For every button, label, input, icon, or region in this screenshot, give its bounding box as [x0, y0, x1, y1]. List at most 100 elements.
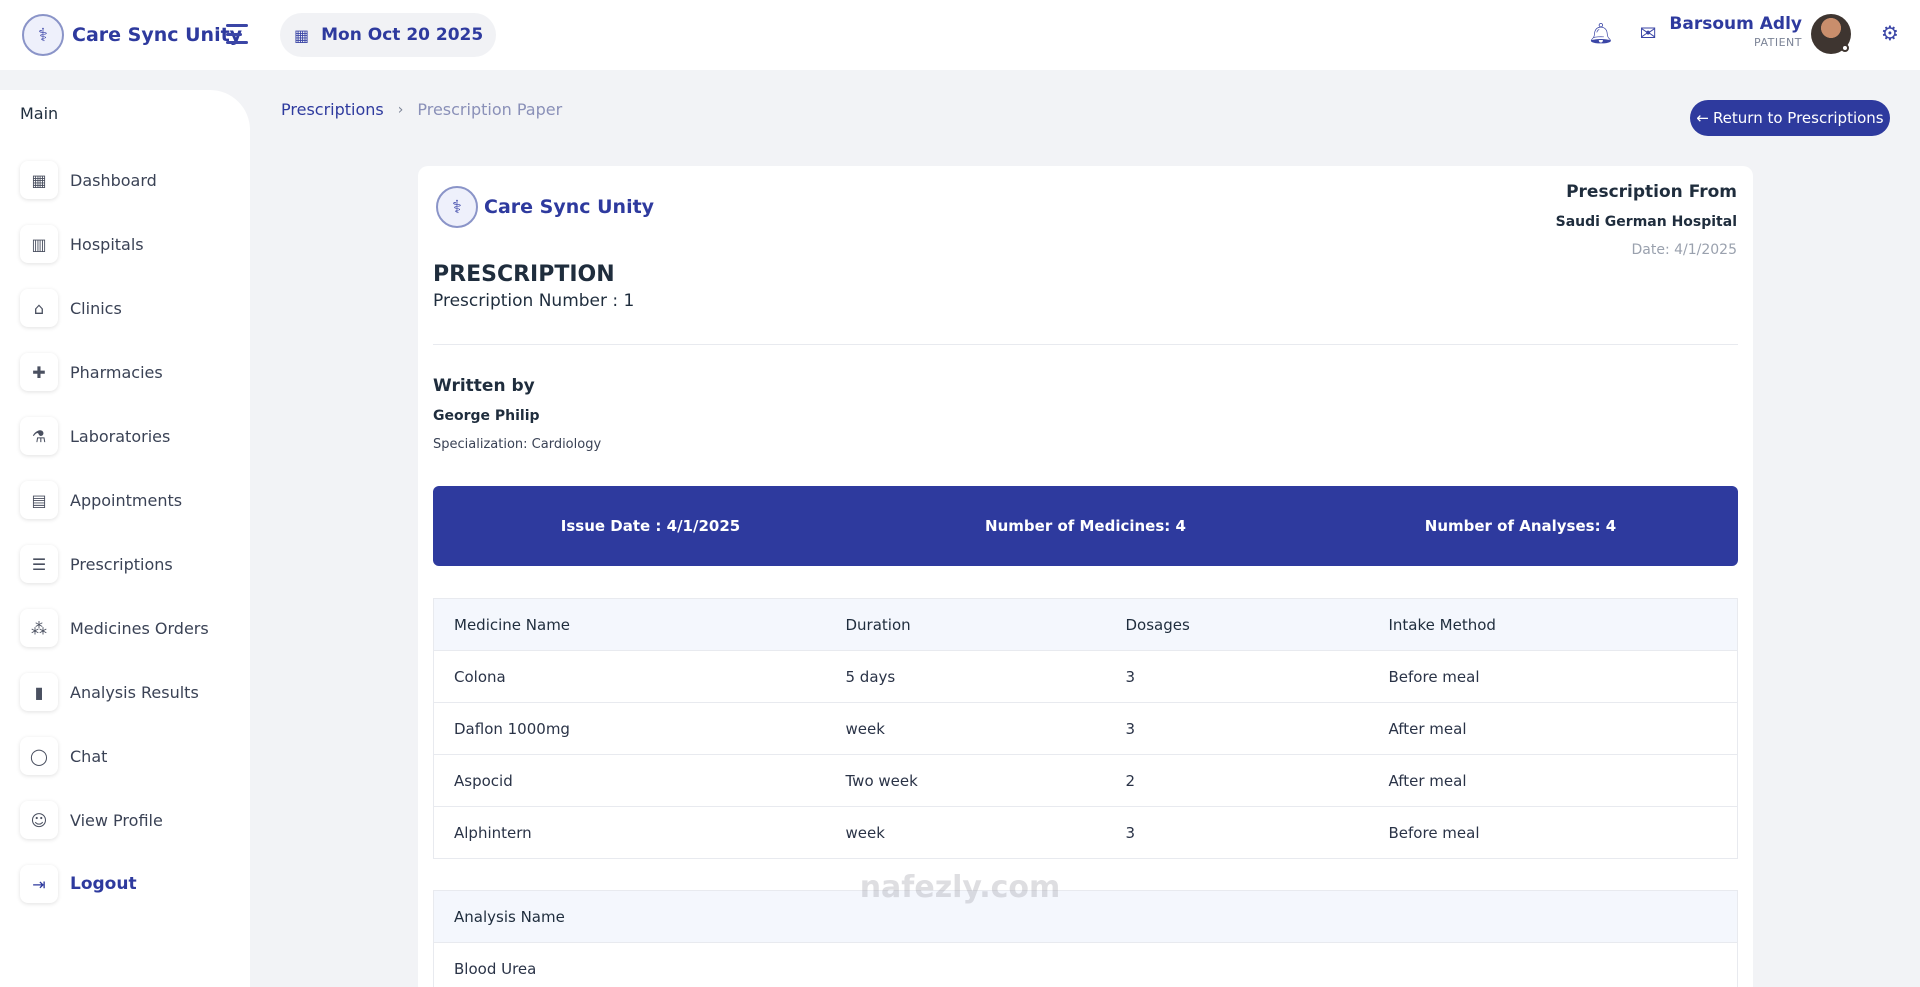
doctor-name: George Philip	[433, 408, 540, 424]
sidebar-item-label: Logout	[70, 874, 137, 894]
chevron-right-icon: ›	[397, 101, 404, 118]
sidebar-item-label: Appointments	[70, 490, 183, 510]
sidebar-item-dashboard[interactable]: ▦ Dashboard	[20, 148, 209, 212]
sidebar-item-clinics[interactable]: ⌂ Clinics	[20, 276, 209, 340]
medicine-dosages: 3	[1105, 702, 1369, 755]
medicine-duration: week	[825, 806, 1106, 859]
sidebar-item-prescriptions[interactable]: ☰ Prescriptions	[20, 532, 209, 596]
hospital-icon: ▥	[20, 225, 58, 263]
return-to-prescriptions-button[interactable]: ← Return to Prescriptions	[1690, 100, 1890, 136]
sidebar-item-label: Analysis Results	[70, 682, 199, 702]
sidebar-item-pharmacies[interactable]: ✚ Pharmacies	[20, 340, 209, 404]
sidebar: Main ▦ Dashboard ▥ Hospitals ⌂ Clinics ✚…	[0, 90, 250, 987]
medicine-duration: week	[825, 702, 1106, 755]
menu-toggle-icon[interactable]	[226, 24, 248, 44]
table-header-row: Medicine Name Duration Dosages Intake Me…	[433, 598, 1738, 651]
current-date: Mon Oct 20 2025	[321, 25, 484, 45]
breadcrumb-current: Prescription Paper	[417, 100, 563, 119]
prescription-brand-name: Care Sync Unity	[484, 196, 655, 218]
medicine-name: Aspocid	[433, 754, 826, 807]
logout-icon: ⇥	[20, 865, 58, 903]
medicine-duration: 5 days	[825, 650, 1106, 703]
table-row: Alphintern week 3 Before meal	[433, 806, 1738, 859]
table-row: Blood Urea	[433, 942, 1738, 987]
prescription-from: Prescription From Saudi German Hospital …	[1556, 182, 1737, 258]
prescription-summary-bar: Issue Date : 4/1/2025 Number of Medicine…	[433, 486, 1738, 566]
medicine-intake-method: After meal	[1368, 754, 1738, 807]
breadcrumb-prescriptions-link[interactable]: Prescriptions	[281, 100, 384, 119]
chat-icon: ◯	[20, 737, 58, 775]
medicine-intake-method: Before meal	[1368, 650, 1738, 703]
dashboard-icon: ▦	[20, 161, 58, 199]
breadcrumb: Prescriptions › Prescription Paper	[281, 100, 562, 119]
table-header-row: Analysis Name	[433, 890, 1738, 943]
medicine-dosages: 2	[1105, 754, 1369, 807]
prescription-brand: ⚕ Care Sync Unity	[436, 186, 654, 228]
sidebar-item-hospitals[interactable]: ▥ Hospitals	[20, 212, 209, 276]
written-by-title: Written by	[433, 376, 535, 396]
chart-icon: ▮	[20, 673, 58, 711]
medicine-order-icon: ⁂	[20, 609, 58, 647]
table-row: Colona 5 days 3 Before meal	[433, 650, 1738, 703]
medicines-count: Number of Medicines: 4	[985, 517, 1186, 535]
column-header: Intake Method	[1368, 598, 1738, 651]
user-name: Barsoum Adly	[1669, 14, 1802, 34]
medicines-table: Medicine Name Duration Dosages Intake Me…	[433, 598, 1738, 859]
prescription-paper: ⚕ Care Sync Unity Prescription From Saud…	[418, 166, 1753, 987]
avatar[interactable]	[1811, 14, 1851, 54]
analysis-name: Blood Urea	[433, 942, 1738, 987]
medicine-intake-method: Before meal	[1368, 806, 1738, 859]
sidebar-item-label: Chat	[70, 746, 108, 766]
medicine-duration: Two week	[825, 754, 1106, 807]
sidebar-item-logout[interactable]: ⇥ Logout	[20, 852, 209, 916]
watermark: nafezly.com	[859, 870, 1061, 905]
sidebar-item-label: Pharmacies	[70, 362, 163, 382]
analyses-count: Number of Analyses: 4	[1424, 517, 1617, 535]
medicine-name: Colona	[433, 650, 826, 703]
sidebar-item-view-profile[interactable]: ☺ View Profile	[20, 788, 209, 852]
divider	[433, 344, 1738, 345]
prescription-date: Date: 4/1/2025	[1631, 242, 1737, 258]
sidebar-item-laboratories[interactable]: ⚗ Laboratories	[20, 404, 209, 468]
prescription-from-title: Prescription From	[1566, 182, 1737, 202]
current-date-display: ▦ Mon Oct 20 2025	[280, 13, 496, 57]
column-header: Medicine Name	[433, 598, 826, 651]
issue-date: Issue Date : 4/1/2025	[560, 517, 741, 535]
pharmacy-icon: ✚	[20, 353, 58, 391]
medicine-name: Daflon 1000mg	[433, 702, 826, 755]
prescription-hospital: Saudi German Hospital	[1555, 214, 1737, 230]
sidebar-item-label: Medicines Orders	[70, 618, 209, 638]
sidebar-item-label: Hospitals	[70, 234, 144, 254]
sidebar-item-medicines-orders[interactable]: ⁂ Medicines Orders	[20, 596, 209, 660]
logo-icon: ⚕	[22, 14, 64, 56]
calendar-icon: ▦	[294, 25, 310, 45]
sidebar-item-label: View Profile	[70, 810, 163, 830]
medicine-dosages: 3	[1105, 650, 1369, 703]
prescription-icon: ☰	[20, 545, 58, 583]
table-row: Daflon 1000mg week 3 After meal	[433, 702, 1738, 755]
medicine-intake-method: After meal	[1368, 702, 1738, 755]
messages-icon[interactable]: ✉	[1635, 20, 1661, 46]
bell-icon[interactable]: 🔔︎	[1588, 20, 1614, 46]
user-info[interactable]: Barsoum Adly PATIENT	[1669, 14, 1802, 49]
sidebar-item-label: Clinics	[70, 298, 122, 318]
sidebar-item-label: Prescriptions	[70, 554, 173, 574]
settings-gear-icon[interactable]: ⚙	[1877, 20, 1903, 46]
column-header: Dosages	[1105, 598, 1369, 651]
logo-icon: ⚕	[436, 186, 478, 228]
return-button-label: Return to Prescriptions	[1712, 109, 1884, 127]
sidebar-item-label: Laboratories	[70, 426, 171, 446]
appointment-icon: ▤	[20, 481, 58, 519]
sidebar-item-chat[interactable]: ◯ Chat	[20, 724, 209, 788]
sidebar-heading: Main	[20, 104, 59, 123]
laboratory-icon: ⚗	[20, 417, 58, 455]
user-role: PATIENT	[1754, 36, 1802, 49]
clinic-icon: ⌂	[20, 289, 58, 327]
column-header: Duration	[825, 598, 1106, 651]
sidebar-nav: ▦ Dashboard ▥ Hospitals ⌂ Clinics ✚ Phar…	[20, 148, 209, 916]
brand[interactable]: ⚕ Care Sync Unity	[22, 14, 242, 56]
arrow-left-icon: ←	[1696, 109, 1709, 127]
prescription-number: Prescription Number : 1	[433, 291, 635, 311]
sidebar-item-appointments[interactable]: ▤ Appointments	[20, 468, 209, 532]
sidebar-item-analysis-results[interactable]: ▮ Analysis Results	[20, 660, 209, 724]
